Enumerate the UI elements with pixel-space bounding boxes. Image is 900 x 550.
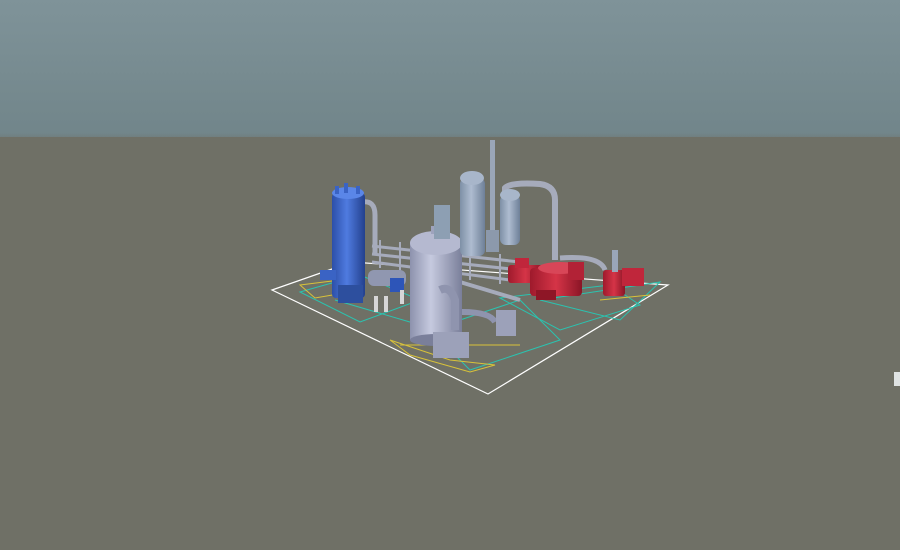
right-tower[interactable] (500, 189, 520, 245)
edge-indicator (894, 372, 900, 386)
stack (486, 140, 499, 252)
plant-model[interactable] (0, 0, 900, 550)
3d-viewport[interactable] (0, 0, 900, 550)
pump-assembly (368, 270, 406, 312)
blue-column[interactable] (320, 183, 365, 303)
